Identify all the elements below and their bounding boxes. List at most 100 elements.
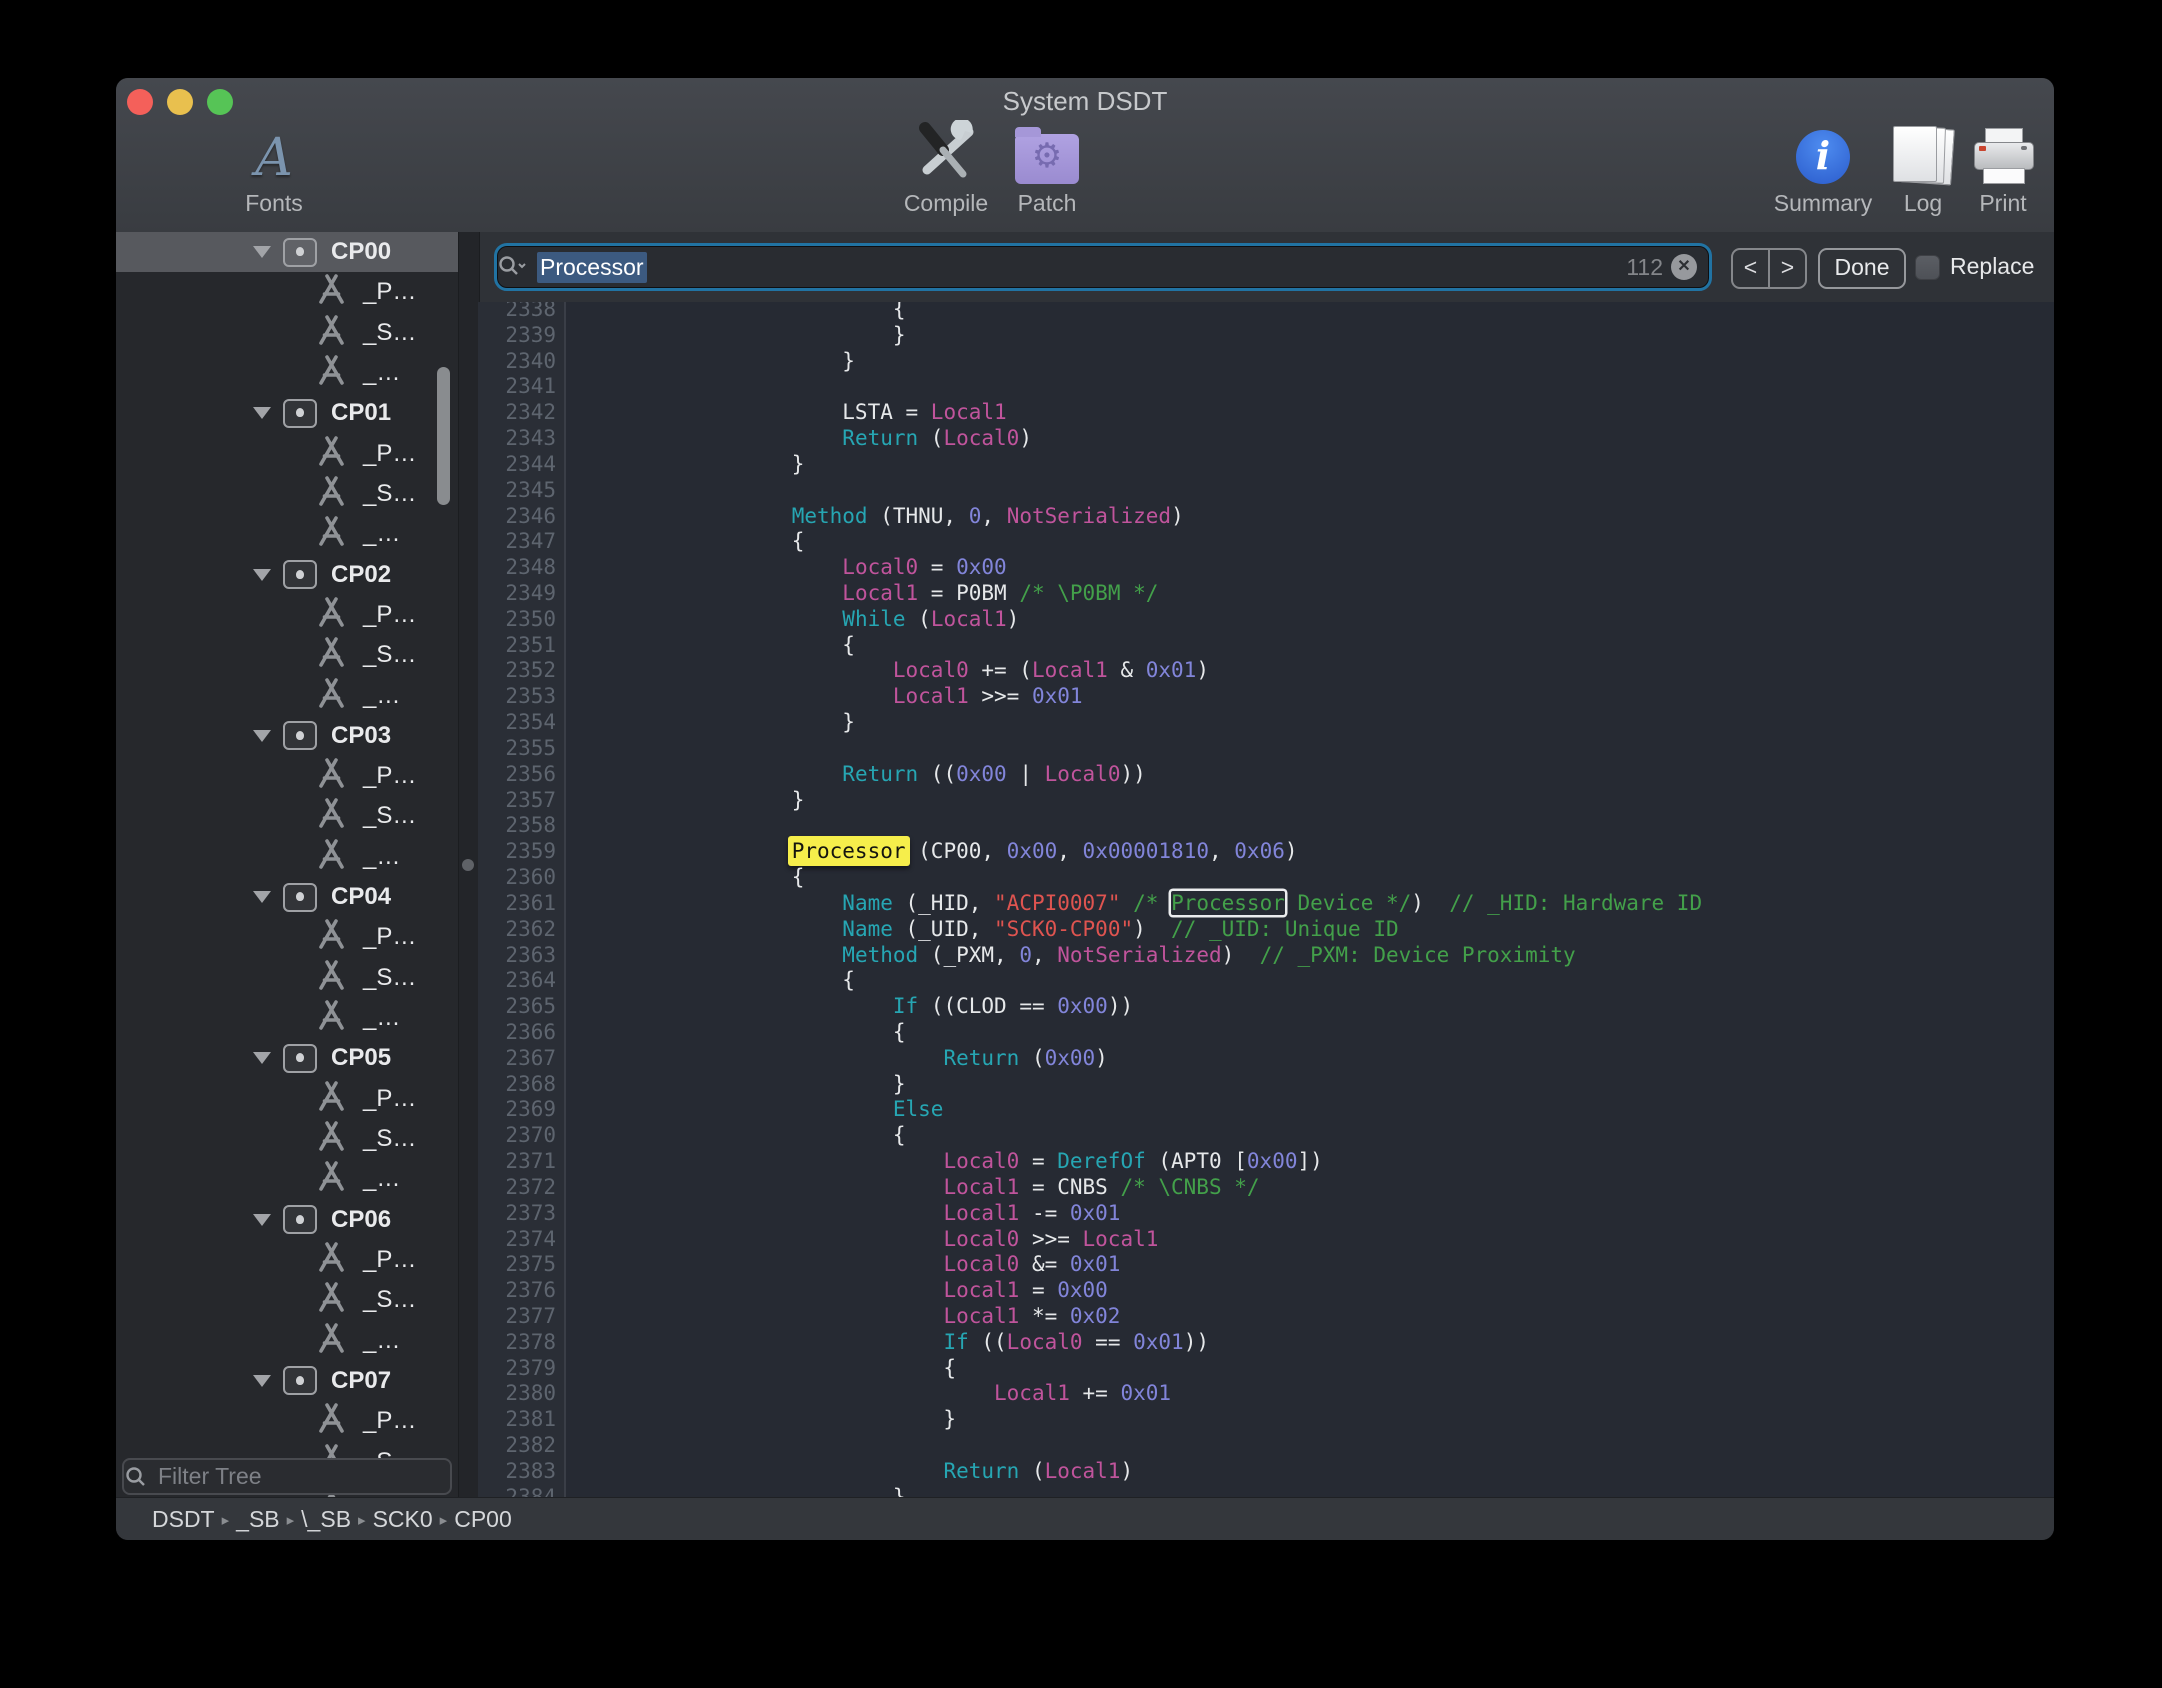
code-line-2357[interactable]: } bbox=[640, 787, 804, 813]
code-line-2375[interactable]: Local0 &= 0x01 bbox=[640, 1251, 1120, 1277]
code-line-2356[interactable]: Return ((0x00 | Local0)) bbox=[640, 761, 1146, 787]
code-line-2360[interactable]: { bbox=[640, 864, 804, 890]
tree-item-CP00-2[interactable]: _… bbox=[116, 353, 458, 393]
tree-item-CP02-0[interactable]: _P… bbox=[116, 595, 458, 635]
code-line-2351[interactable]: { bbox=[640, 632, 855, 658]
code-line-2366[interactable]: { bbox=[640, 1019, 906, 1045]
tree-group-CP06[interactable]: CP06 bbox=[116, 1200, 458, 1240]
clear-search-icon[interactable]: ✕ bbox=[1671, 254, 1697, 280]
tree-item-CP05-0[interactable]: _P… bbox=[116, 1079, 458, 1119]
tree-item-CP05-2[interactable]: _… bbox=[116, 1159, 458, 1199]
replace-checkbox[interactable] bbox=[1915, 255, 1940, 280]
code-line-2384[interactable]: } bbox=[640, 1484, 906, 1497]
tree-item-CP04-2[interactable]: _… bbox=[116, 998, 458, 1038]
sidebar-scrollbar[interactable] bbox=[437, 367, 450, 505]
code-line-2350[interactable]: While (Local1) bbox=[640, 606, 1019, 632]
code-line-2352[interactable]: Local0 += (Local1 & 0x01) bbox=[640, 657, 1209, 683]
tree-group-CP03[interactable]: CP03 bbox=[116, 716, 458, 756]
code-line-2380[interactable]: Local1 += 0x01 bbox=[640, 1380, 1171, 1406]
code-line-2343[interactable]: Return (Local0) bbox=[640, 425, 1032, 451]
disclosure-triangle-icon[interactable] bbox=[253, 1214, 271, 1226]
code-line-2364[interactable]: { bbox=[640, 967, 855, 993]
patch-toolbar-button[interactable]: ⚙ Patch bbox=[982, 118, 1112, 217]
disclosure-triangle-icon[interactable] bbox=[253, 1375, 271, 1387]
breadcrumb-item-_SB[interactable]: _SB bbox=[236, 1506, 279, 1533]
code-line-2373[interactable]: Local1 -= 0x01 bbox=[640, 1200, 1120, 1226]
disclosure-triangle-icon[interactable] bbox=[253, 246, 271, 258]
tree-item-CP02-2[interactable]: _… bbox=[116, 676, 458, 716]
code-line-2365[interactable]: If ((CLOD == 0x00)) bbox=[640, 993, 1133, 1019]
code-line-2354[interactable]: } bbox=[640, 709, 855, 735]
code-line-2348[interactable]: Local0 = 0x00 bbox=[640, 554, 1007, 580]
code-line-2342[interactable]: LSTA = Local1 bbox=[640, 399, 1007, 425]
split-divider[interactable] bbox=[458, 232, 480, 1497]
code-line-2362[interactable]: Name (_UID, "SCK0-CP00") // _UID: Unique… bbox=[640, 916, 1399, 942]
filter-tree-input[interactable]: Filter Tree bbox=[122, 1458, 452, 1495]
code-line-2338[interactable]: { bbox=[640, 302, 906, 322]
tree-group-CP07[interactable]: CP07 bbox=[116, 1361, 458, 1401]
breadcrumb-item-_SB[interactable]: \_SB bbox=[301, 1506, 351, 1533]
line-number: 2355 bbox=[478, 735, 556, 761]
tree-item-CP03-0[interactable]: _P… bbox=[116, 756, 458, 796]
disclosure-triangle-icon[interactable] bbox=[253, 407, 271, 419]
code-line-2372[interactable]: Local1 = CNBS /* \CNBS */ bbox=[640, 1174, 1260, 1200]
code-line-2349[interactable]: Local1 = P0BM /* \P0BM */ bbox=[640, 580, 1158, 606]
breadcrumb-item-DSDT[interactable]: DSDT bbox=[152, 1506, 215, 1533]
code-line-2381[interactable]: } bbox=[640, 1406, 956, 1432]
code-editor[interactable]: 2338233923402341234223432344234523462347… bbox=[478, 302, 2054, 1497]
tree-item-CP03-2[interactable]: _… bbox=[116, 837, 458, 877]
next-match-button[interactable]: > bbox=[1770, 250, 1805, 287]
tree-item-CP05-1[interactable]: _S… bbox=[116, 1119, 458, 1159]
tree-item-CP01-2[interactable]: _… bbox=[116, 514, 458, 554]
tree-group-CP05[interactable]: CP05 bbox=[116, 1038, 458, 1078]
code-line-2361[interactable]: Name (_HID, "ACPI0007" /* Processor Devi… bbox=[640, 890, 1702, 916]
tree-item-CP03-1[interactable]: _S… bbox=[116, 796, 458, 836]
code-line-2339[interactable]: } bbox=[640, 322, 906, 348]
code-line-2376[interactable]: Local1 = 0x00 bbox=[640, 1277, 1108, 1303]
code-line-2347[interactable]: { bbox=[640, 528, 804, 554]
disclosure-triangle-icon[interactable] bbox=[253, 1052, 271, 1064]
breadcrumb-item-CP00[interactable]: CP00 bbox=[454, 1506, 512, 1533]
tree-item-CP04-0[interactable]: _P… bbox=[116, 917, 458, 957]
code-line-2371[interactable]: Local0 = DerefOf (APT0 [0x00]) bbox=[640, 1148, 1323, 1174]
tree-item-CP04-1[interactable]: _S… bbox=[116, 958, 458, 998]
code-line-2344[interactable]: } bbox=[640, 451, 804, 477]
breadcrumb-item-SCK0[interactable]: SCK0 bbox=[373, 1506, 433, 1533]
code-line-2363[interactable]: Method (_PXM, 0, NotSerialized) // _PXM:… bbox=[640, 942, 1576, 968]
tree-item-CP07-0[interactable]: _P… bbox=[116, 1401, 458, 1441]
code-line-2359[interactable]: Processor (CP00, 0x00, 0x00001810, 0x06) bbox=[640, 838, 1298, 864]
tree-group-label: CP01 bbox=[331, 399, 391, 427]
search-input[interactable]: Processor 112 ✕ bbox=[494, 243, 1712, 291]
tree-group-CP02[interactable]: CP02 bbox=[116, 555, 458, 595]
disclosure-triangle-icon[interactable] bbox=[253, 730, 271, 742]
tree-item-CP06-1[interactable]: _S… bbox=[116, 1280, 458, 1320]
tree-group-CP04[interactable]: CP04 bbox=[116, 877, 458, 917]
fonts-toolbar-button[interactable]: A Fonts bbox=[209, 118, 339, 217]
code-line-2368[interactable]: } bbox=[640, 1071, 906, 1097]
tree-group-CP01[interactable]: CP01 bbox=[116, 393, 458, 433]
tree-item-CP01-0[interactable]: _P… bbox=[116, 434, 458, 474]
code-line-2383[interactable]: Return (Local1) bbox=[640, 1458, 1133, 1484]
disclosure-triangle-icon[interactable] bbox=[253, 891, 271, 903]
tree-item-CP06-2[interactable]: _… bbox=[116, 1321, 458, 1361]
tree-item-CP01-1[interactable]: _S… bbox=[116, 474, 458, 514]
tree-item-CP06-0[interactable]: _P… bbox=[116, 1240, 458, 1280]
tree-item-CP02-1[interactable]: _S… bbox=[116, 635, 458, 675]
code-line-2367[interactable]: Return (0x00) bbox=[640, 1045, 1108, 1071]
print-toolbar-button[interactable]: Print bbox=[1938, 118, 2054, 217]
previous-match-button[interactable]: < bbox=[1733, 250, 1770, 287]
tree-group-CP00[interactable]: CP00 bbox=[116, 232, 458, 272]
tree-item-CP00-1[interactable]: _S… bbox=[116, 313, 458, 353]
code-line-2369[interactable]: Else bbox=[640, 1096, 943, 1122]
code-line-2379[interactable]: { bbox=[640, 1355, 956, 1381]
code-line-2346[interactable]: Method (THNU, 0, NotSerialized) bbox=[640, 503, 1184, 529]
disclosure-triangle-icon[interactable] bbox=[253, 569, 271, 581]
code-line-2377[interactable]: Local1 *= 0x02 bbox=[640, 1303, 1120, 1329]
tree-item-CP00-0[interactable]: _P… bbox=[116, 272, 458, 312]
code-line-2374[interactable]: Local0 >>= Local1 bbox=[640, 1226, 1158, 1252]
code-line-2353[interactable]: Local1 >>= 0x01 bbox=[640, 683, 1083, 709]
code-line-2378[interactable]: If ((Local0 == 0x01)) bbox=[640, 1329, 1209, 1355]
code-line-2340[interactable]: } bbox=[640, 348, 855, 374]
code-line-2370[interactable]: { bbox=[640, 1122, 906, 1148]
done-button[interactable]: Done bbox=[1818, 248, 1906, 289]
